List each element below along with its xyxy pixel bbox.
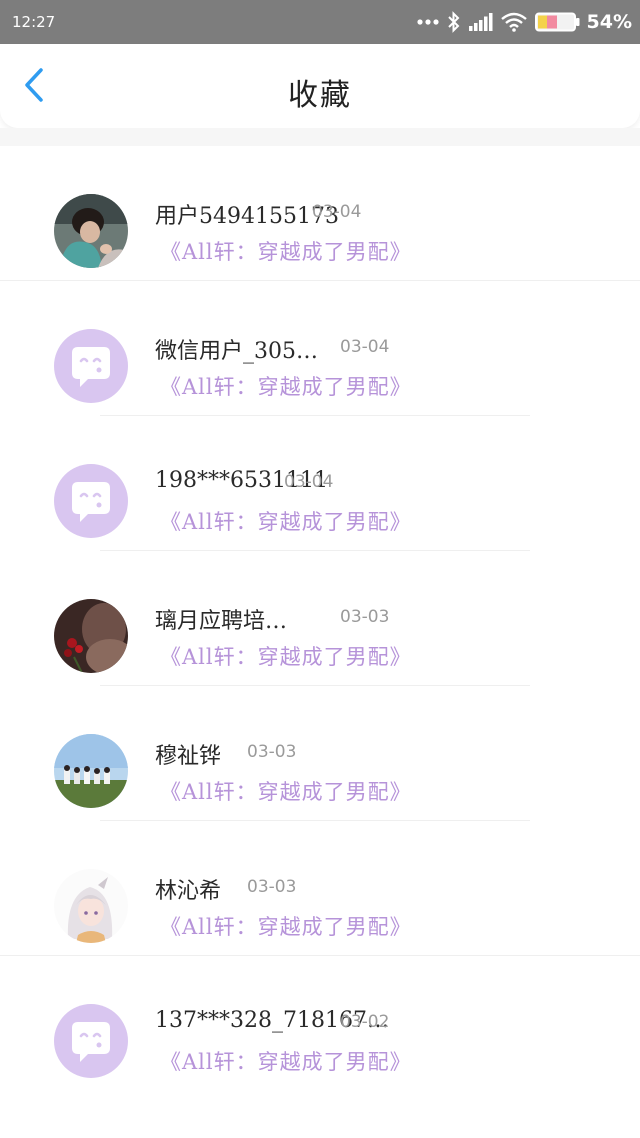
user-name: 微信用户_305… bbox=[155, 339, 318, 364]
item-date: 03-04 bbox=[312, 202, 362, 222]
header: 收藏 bbox=[0, 44, 640, 128]
item-date: 03-02 bbox=[340, 1012, 390, 1032]
status-time: 12:27 bbox=[12, 13, 56, 31]
battery-percent: 54% bbox=[586, 11, 632, 33]
list-item[interactable]: 林沁希 03-03 《All轩：穿越成了男配》 bbox=[0, 821, 640, 956]
avatar[interactable] bbox=[54, 869, 128, 943]
default-avatar-icon bbox=[54, 329, 128, 403]
book-title[interactable]: 《All轩：穿越成了男配》 bbox=[160, 641, 412, 671]
avatar[interactable] bbox=[54, 1004, 128, 1078]
list-item[interactable]: 用户5494155173 03-04 《All轩：穿越成了男配》 bbox=[0, 146, 640, 281]
status-icons: 54% bbox=[416, 8, 632, 36]
photo-avatar-icon bbox=[54, 734, 128, 808]
book-title[interactable]: 《All轩：穿越成了男配》 bbox=[160, 371, 412, 401]
item-date: 03-04 bbox=[340, 337, 390, 357]
book-title[interactable]: 《All轩：穿越成了男配》 bbox=[160, 1046, 412, 1076]
signal-icon bbox=[468, 13, 493, 31]
book-title[interactable]: 《All轩：穿越成了男配》 bbox=[160, 506, 412, 536]
user-name: 穆祉铧 bbox=[155, 744, 222, 769]
bluetooth-icon bbox=[447, 11, 461, 33]
list-item[interactable]: 微信用户_305… 03-04 《All轩：穿越成了男配》 bbox=[0, 281, 640, 416]
user-name: 璃月应聘培… bbox=[155, 609, 288, 634]
header-gap bbox=[0, 128, 640, 146]
avatar[interactable] bbox=[54, 194, 128, 268]
page-title: 收藏 bbox=[288, 78, 352, 113]
wifi-icon bbox=[500, 12, 527, 32]
item-date: 03-04 bbox=[284, 472, 334, 492]
item-date: 03-03 bbox=[247, 742, 297, 762]
status-bar: 12:27 54% bbox=[0, 0, 640, 44]
avatar[interactable] bbox=[54, 464, 128, 538]
item-date: 03-03 bbox=[340, 607, 390, 627]
avatar[interactable] bbox=[54, 599, 128, 673]
list-item[interactable]: 璃月应聘培… 03-03 《All轩：穿越成了男配》 bbox=[0, 551, 640, 686]
photo-avatar-icon bbox=[54, 599, 128, 673]
avatar[interactable] bbox=[54, 329, 128, 403]
anime-avatar-icon bbox=[54, 869, 128, 943]
avatar[interactable] bbox=[54, 734, 128, 808]
book-title[interactable]: 《All轩：穿越成了男配》 bbox=[160, 236, 412, 266]
default-avatar-icon bbox=[54, 1004, 128, 1078]
photo-avatar-icon bbox=[54, 194, 128, 268]
favorites-list: 用户5494155173 03-04 《All轩：穿越成了男配》 微信用户_30… bbox=[0, 146, 640, 1091]
default-avatar-icon bbox=[54, 464, 128, 538]
list-item[interactable]: 137***328_718167… 03-02 《All轩：穿越成了男配》 bbox=[0, 956, 640, 1091]
list-item[interactable]: 穆祉铧 03-03 《All轩：穿越成了男配》 bbox=[0, 686, 640, 821]
book-title[interactable]: 《All轩：穿越成了男配》 bbox=[160, 911, 412, 941]
list-item[interactable]: 198***6531111 03-04 《All轩：穿越成了男配》 bbox=[0, 416, 640, 551]
item-date: 03-03 bbox=[247, 877, 297, 897]
more-dots-icon bbox=[416, 18, 439, 26]
book-title[interactable]: 《All轩：穿越成了男配》 bbox=[160, 776, 412, 806]
user-name: 林沁希 bbox=[155, 879, 222, 904]
battery-icon bbox=[534, 12, 581, 32]
